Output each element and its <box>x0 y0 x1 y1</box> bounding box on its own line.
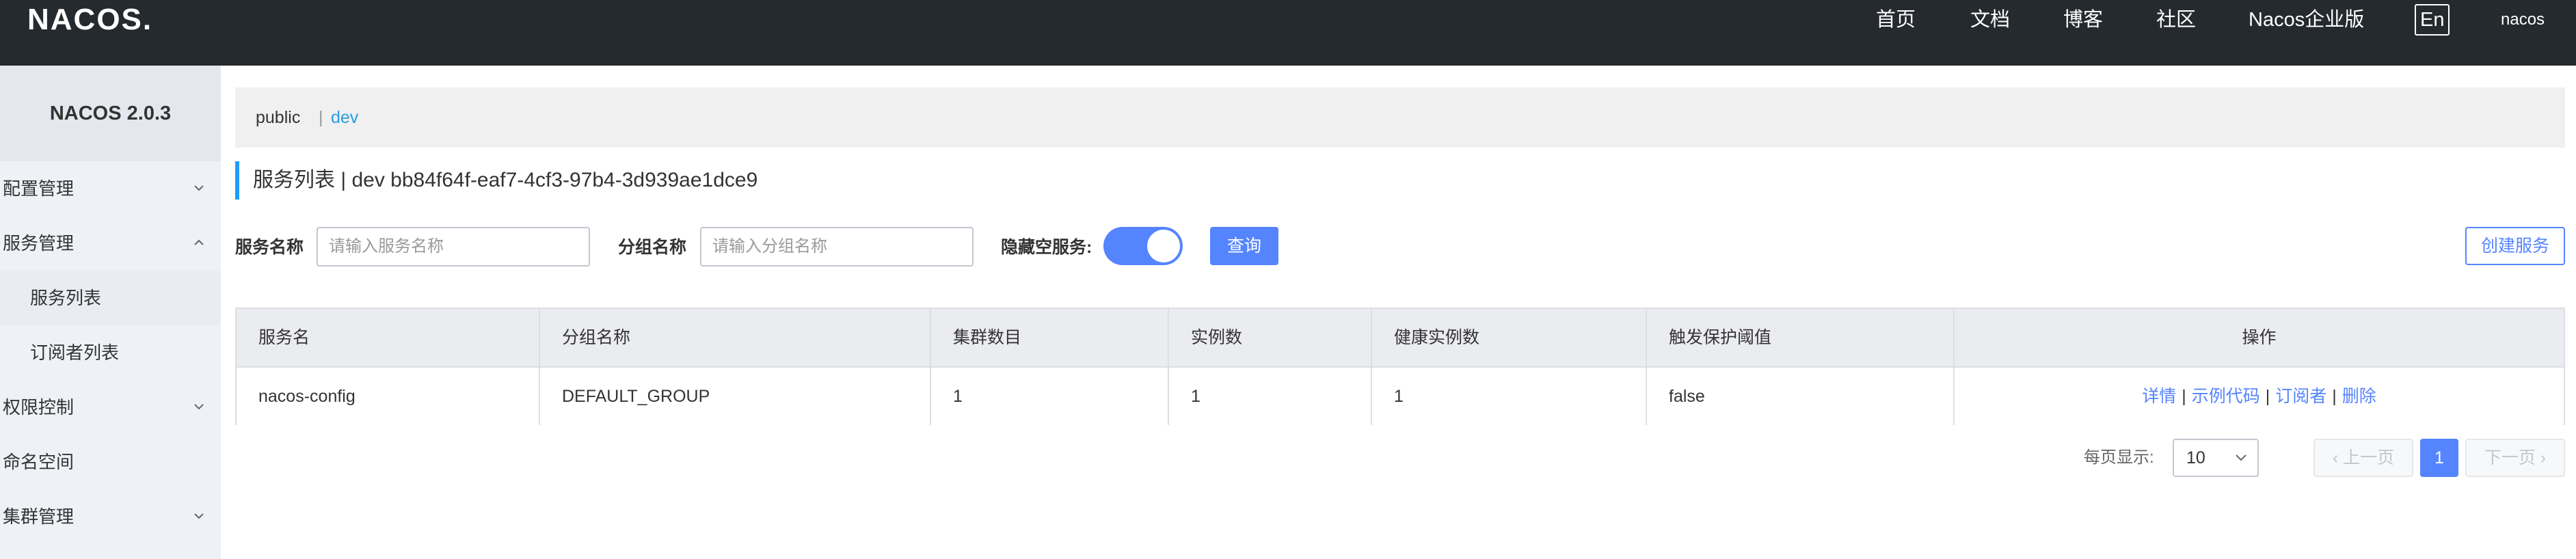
sidebar-item-label: 命名空间 <box>3 452 75 472</box>
sidebar-item-namespace[interactable]: 命名空间 <box>0 435 221 489</box>
sidebar-item-subscriber-list[interactable]: 订阅者列表 <box>0 325 221 380</box>
cell-operations: 详情 | 示例代码 | 订阅者 | 删除 <box>2142 387 2376 406</box>
cell-healthy-instances: 1 <box>1372 368 1647 425</box>
service-name-input[interactable] <box>317 227 590 267</box>
table-row: nacos-config DEFAULT_GROUP 1 1 1 false 详… <box>237 368 2564 425</box>
nav-docs[interactable]: 文档 <box>1970 0 2010 40</box>
subscribers-link[interactable]: 订阅者 <box>2275 387 2326 406</box>
chevron-right-icon: › <box>2535 448 2547 467</box>
nav-blog[interactable]: 博客 <box>2063 0 2103 40</box>
sidebar-item-label: 服务管理 <box>3 233 75 254</box>
column-header-cluster-count: 集群数目 <box>931 309 1169 366</box>
namespace-separator: | <box>319 108 323 127</box>
column-header-group-name: 分组名称 <box>540 309 931 366</box>
cell-instance-count: 1 <box>1169 368 1372 425</box>
column-header-service-name: 服务名 <box>237 309 540 366</box>
namespace-bar: public | dev <box>235 87 2565 148</box>
hide-empty-services-toggle[interactable] <box>1103 227 1183 265</box>
column-header-protect-threshold: 触发保护阈值 <box>1647 309 1955 366</box>
nav-home[interactable]: 首页 <box>1876 0 1916 40</box>
nav-enterprise[interactable]: Nacos企业版 <box>2249 0 2364 40</box>
page-title: 服务列表 | dev bb84f64f-eaf7-4cf3-97b4-3d939… <box>235 161 757 200</box>
chevron-down-icon <box>194 513 204 519</box>
chevron-left-icon: ‹ <box>2332 448 2344 467</box>
namespace-dev-link[interactable]: dev <box>331 87 358 148</box>
table-header: 服务名 分组名称 集群数目 实例数 健康实例数 触发保护阈值 操作 <box>237 309 2564 368</box>
sidebar-item-label: 服务列表 <box>30 288 102 308</box>
user-menu[interactable]: nacos <box>2501 0 2545 40</box>
column-header-healthy-instances: 健康实例数 <box>1372 309 1647 366</box>
toggle-knob <box>1147 230 1180 262</box>
sidebar-item-cluster-management[interactable]: 集群管理 <box>0 489 221 544</box>
hide-empty-services-label: 隐藏空服务: <box>1001 238 1092 257</box>
sidebar-item-label: 权限控制 <box>3 397 75 418</box>
details-link[interactable]: 详情 <box>2142 387 2176 406</box>
chevron-down-icon <box>194 185 204 191</box>
prev-page-button[interactable]: ‹ 上一页 <box>2313 439 2413 477</box>
cell-service-name: nacos-config <box>237 368 540 425</box>
query-button[interactable]: 查询 <box>1210 227 1278 265</box>
delete-link[interactable]: 删除 <box>2342 387 2376 406</box>
cell-group-name: DEFAULT_GROUP <box>540 368 931 425</box>
service-name-label: 服务名称 <box>235 238 304 257</box>
column-header-instance-count: 实例数 <box>1169 309 1372 366</box>
sidebar-item-config-management[interactable]: 配置管理 <box>0 161 221 216</box>
service-table: 服务名 分组名称 集群数目 实例数 健康实例数 触发保护阈值 操作 nacos-… <box>235 308 2565 425</box>
page-size-label: 每页显示: <box>2084 448 2154 467</box>
language-toggle-button[interactable]: En <box>2415 4 2450 36</box>
sidebar-item-access-control[interactable]: 权限控制 <box>0 380 221 435</box>
next-page-button[interactable]: 下一页 › <box>2465 439 2565 477</box>
top-nav-bar: NACOS. 首页 文档 博客 社区 Nacos企业版 En nacos <box>0 0 2576 66</box>
chevron-down-icon <box>194 404 204 410</box>
next-page-label: 下一页 <box>2484 448 2536 467</box>
chevron-down-icon <box>2236 454 2246 461</box>
create-service-button[interactable]: 创建服务 <box>2465 227 2565 265</box>
namespace-public-link[interactable]: public <box>256 87 300 148</box>
column-header-operations: 操作 <box>2242 328 2277 347</box>
group-name-label: 分组名称 <box>618 238 687 257</box>
page-size-value: 10 <box>2186 448 2205 467</box>
prev-page-label: 上一页 <box>2343 448 2395 467</box>
sidebar-item-label: 集群管理 <box>3 506 75 527</box>
sidebar-item-label: 配置管理 <box>3 178 75 199</box>
page-size-select[interactable]: 10 <box>2173 439 2259 477</box>
sidebar-item-service-list[interactable]: 服务列表 <box>0 271 221 325</box>
group-name-input[interactable] <box>700 227 974 267</box>
cell-protect-threshold: false <box>1647 368 1955 425</box>
sidebar-item-service-management[interactable]: 服务管理 <box>0 216 221 271</box>
sample-code-link[interactable]: 示例代码 <box>2192 387 2260 406</box>
page-number-current[interactable]: 1 <box>2420 439 2458 477</box>
chevron-up-icon <box>194 239 204 245</box>
nacos-logo[interactable]: NACOS. <box>27 0 152 40</box>
sidebar: NACOS 2.0.3 配置管理 服务管理 服务列表 订阅者列表 权限控制 命名… <box>0 66 221 559</box>
nav-community[interactable]: 社区 <box>2156 0 2196 40</box>
cell-cluster-count: 1 <box>931 368 1169 425</box>
version-label: NACOS 2.0.3 <box>0 66 221 161</box>
sidebar-item-label: 订阅者列表 <box>30 342 120 363</box>
